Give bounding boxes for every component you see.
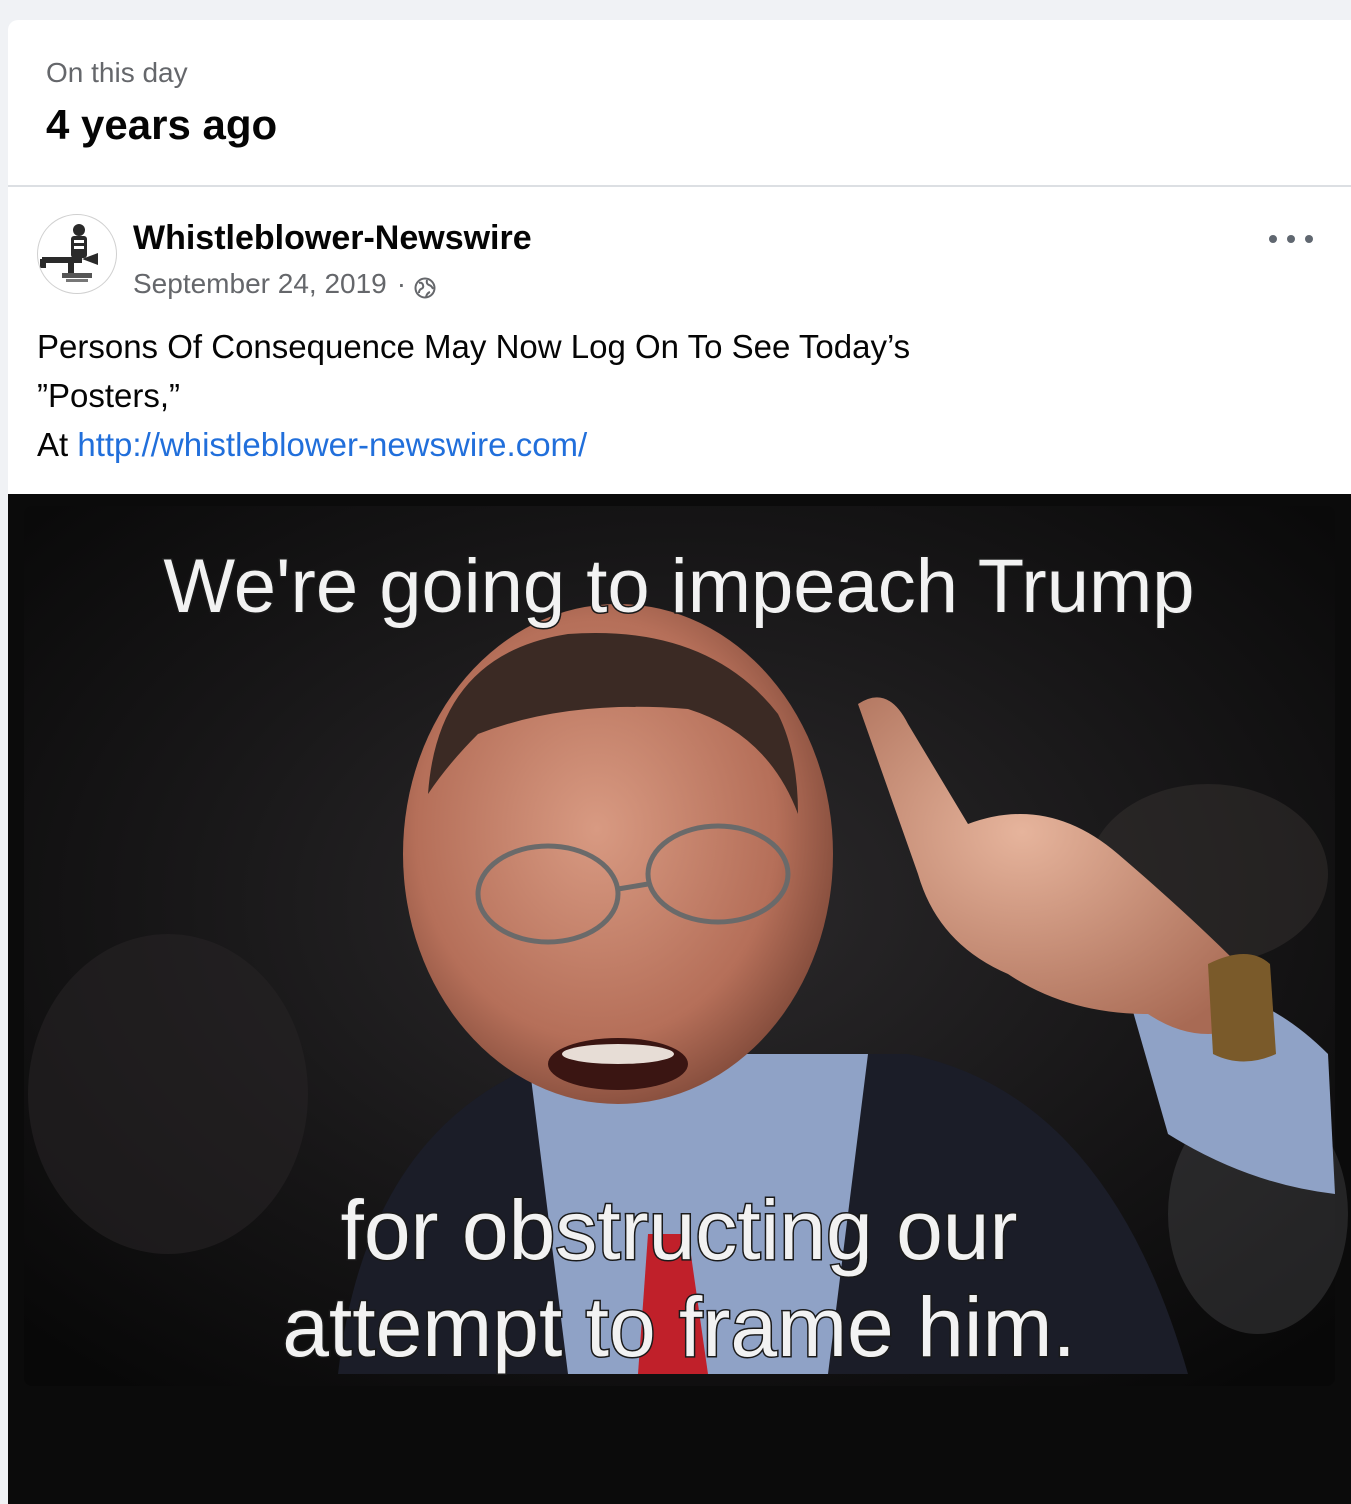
meme-caption-top: We're going to impeach Trump: [163, 544, 1194, 629]
page-name[interactable]: Whistleblower-Newswire: [133, 218, 532, 258]
post-image[interactable]: We're going to impeach Trump for obstruc…: [8, 494, 1351, 1504]
more-options-button[interactable]: [1269, 227, 1313, 251]
post-text-line: At http://whistleblower-newswire.com/: [37, 420, 1351, 469]
post-header: Whistleblower-Newswire September 24, 201…: [8, 187, 1351, 299]
meta-separator: ·: [396, 268, 407, 299]
more-dot: [1269, 235, 1277, 243]
post-text-prefix: At: [37, 426, 78, 463]
globe-icon: [414, 274, 436, 299]
meme-caption-bottom-line1: for obstructing our: [340, 1183, 1017, 1277]
post-date[interactable]: September 24, 2019: [133, 268, 387, 300]
page-avatar[interactable]: [37, 214, 117, 294]
memory-header: On this day 4 years ago: [8, 20, 1351, 187]
avatar-logo-icon: [39, 216, 115, 292]
memory-card: On this day 4 years ago Whistleblower-Ne…: [8, 20, 1351, 1504]
post-meta: September 24, 2019 ·: [133, 268, 436, 300]
post-link[interactable]: http://whistleblower-newswire.com/: [77, 426, 587, 463]
post-text: Persons Of Consequence May Now Log On To…: [8, 299, 1351, 463]
meme-image: We're going to impeach Trump for obstruc…: [8, 494, 1351, 1504]
more-dot: [1305, 235, 1313, 243]
post-text-line: ”Posters,”: [37, 377, 181, 414]
post-text-line: Persons Of Consequence May Now Log On To…: [37, 328, 911, 365]
more-dot: [1287, 235, 1295, 243]
memory-title: 4 years ago: [46, 101, 278, 148]
memory-kicker: On this day: [46, 57, 188, 88]
meme-caption-bottom-line2: attempt to frame him.: [282, 1280, 1076, 1374]
